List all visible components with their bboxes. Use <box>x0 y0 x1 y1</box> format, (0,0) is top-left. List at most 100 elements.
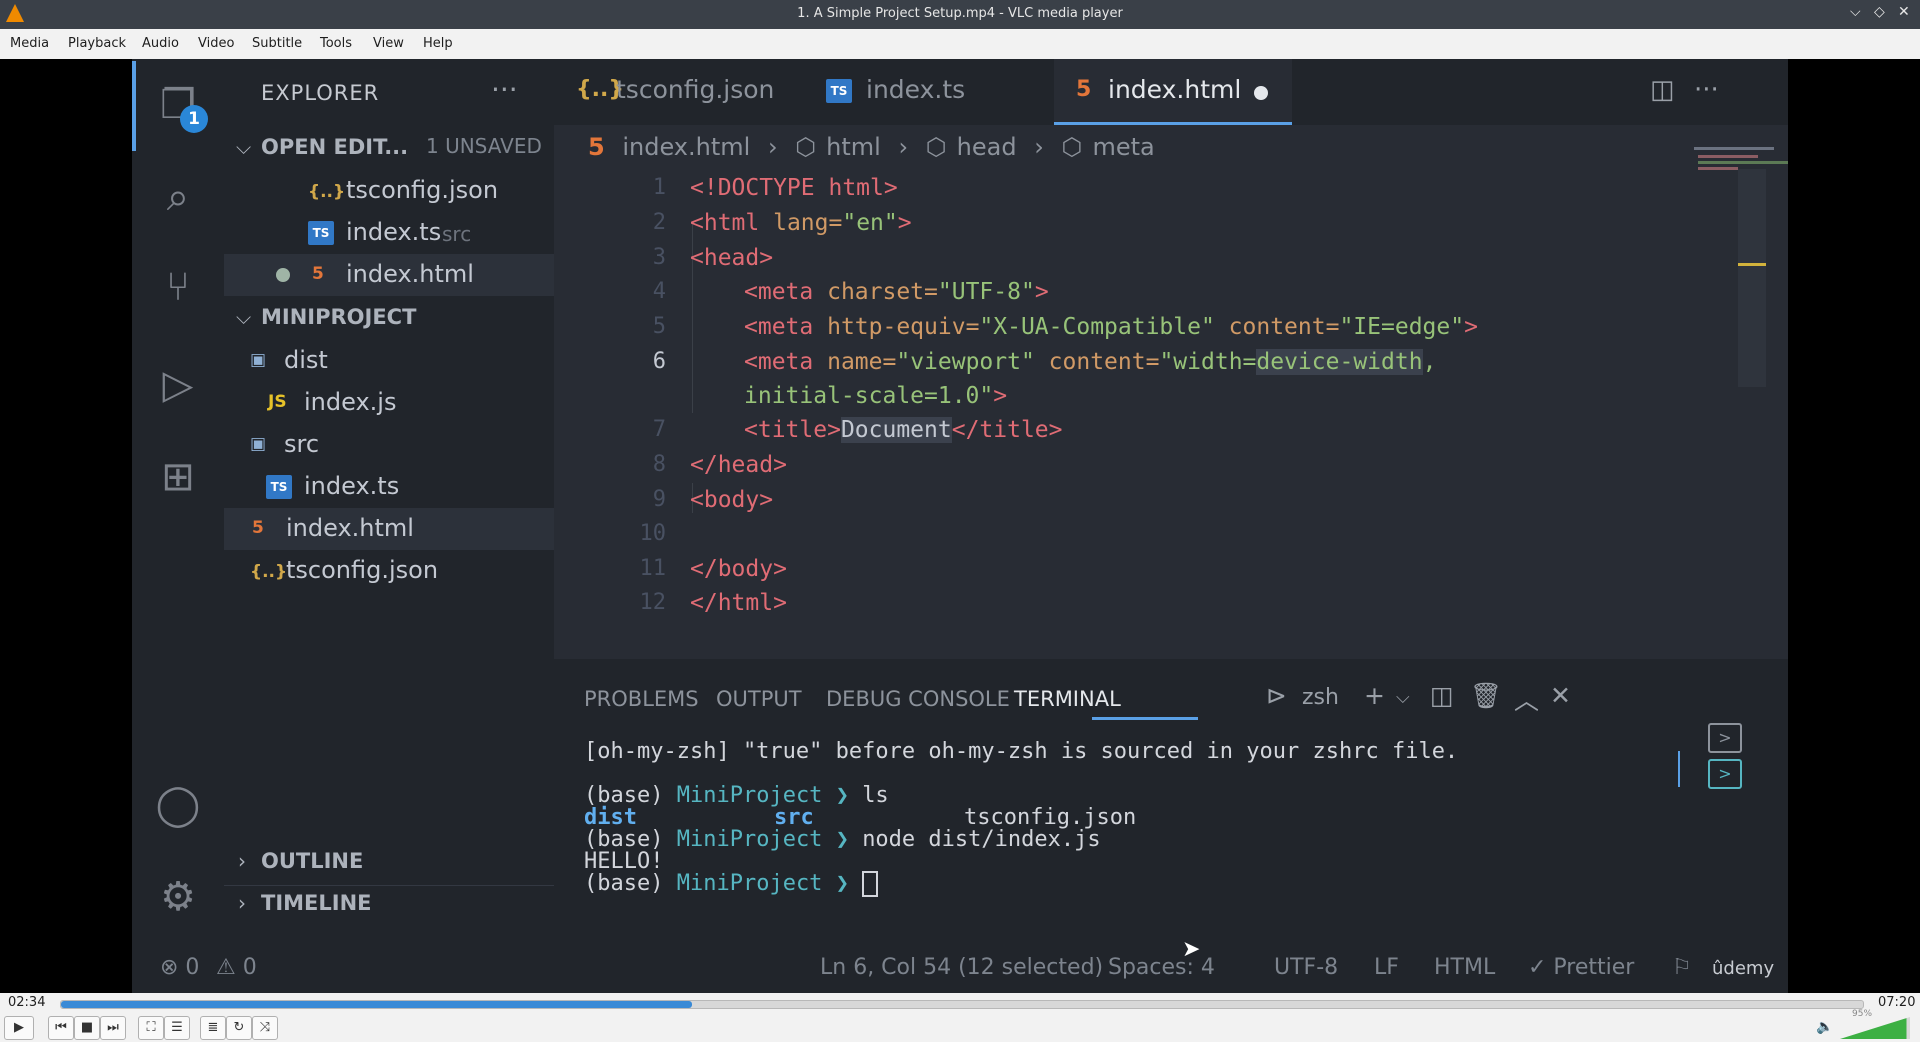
vscode-video-frame: ❐ 1 ⌕ ⑂ ▷ ⊞ ◯ ⚙ EXPLORER ··· ⌵ OPEN EDIT… <box>132 59 1788 993</box>
timeline-header: TIMELINE <box>261 891 372 915</box>
code-line: initial-scale=1.0"> <box>744 383 1007 409</box>
file-name: index.ts <box>346 218 442 246</box>
folder-icon: ▣ <box>250 434 267 454</box>
prompt-arrow: ❯ <box>835 827 849 852</box>
code-token: </html> <box>690 590 787 616</box>
tree-item-tsconfig: {..} tsconfig.json <box>224 550 554 592</box>
menu-video[interactable]: Video <box>198 36 234 51</box>
code-token: > <box>897 210 912 236</box>
code-token: "width= <box>1159 349 1257 375</box>
trash-icon: 🗑 <box>1470 681 1502 710</box>
code-token: lang= <box>773 210 843 236</box>
chevron-down-icon: ⌵ <box>236 305 252 329</box>
tree-item-src: ▣ src <box>224 424 554 466</box>
volume-slider[interactable] <box>1840 1017 1910 1039</box>
tab-tsconfig: {..} tsconfig.json <box>554 59 804 125</box>
code-token: <title> <box>744 417 841 443</box>
code-line: </body> <box>690 556 787 582</box>
menu-view[interactable]: View <box>373 36 404 51</box>
line-number: 9 <box>652 487 666 512</box>
stop-button[interactable]: ■ <box>74 1016 100 1040</box>
chevron-up-icon: ︿ <box>1514 686 1540 715</box>
code-token: content= <box>1228 314 1340 340</box>
open-editor-item: TS index.ts src <box>224 212 554 254</box>
total-time: 07:20 <box>1878 995 1916 1010</box>
code-line: <meta http-equiv="X-UA-Compatible" conte… <box>744 314 1478 340</box>
code-line: </html> <box>690 590 787 616</box>
menu-subtitle[interactable]: Subtitle <box>252 36 302 51</box>
minimize-button[interactable]: ⌵ <box>1850 4 1861 20</box>
shuffle-button[interactable]: ⤨ <box>252 1016 278 1040</box>
playlist-button[interactable]: ≣ <box>200 1016 226 1040</box>
more-actions-icon: ··· <box>1694 75 1719 105</box>
file-name: index.js <box>304 388 397 416</box>
settings-gear-icon: ⚙ <box>160 874 196 920</box>
fullscreen-button[interactable]: ⛶ <box>138 1016 164 1040</box>
breadcrumb-html: html <box>826 133 881 161</box>
code-line: <meta name="viewport" content="width=dev… <box>744 349 1436 375</box>
code-line: <title>Document</title> <box>744 417 1063 443</box>
code-token: <meta <box>744 314 828 340</box>
line-number: 5 <box>652 314 666 339</box>
editor-tabs: {..} tsconfig.json TS index.ts 5 index.h… <box>554 59 1788 125</box>
code-token: <head> <box>690 245 774 271</box>
menu-audio[interactable]: Audio <box>142 36 179 51</box>
breadcrumb-separator: › <box>767 133 778 161</box>
breadcrumb-meta: meta <box>1092 133 1155 161</box>
tree-item-index-html: 5 index.html <box>224 508 554 550</box>
loop-button[interactable]: ↻ <box>226 1016 252 1040</box>
tab-terminal: TERMINAL <box>1014 687 1121 711</box>
open-editors-header: OPEN EDIT... <box>261 135 409 159</box>
menu-help[interactable]: Help <box>423 36 453 51</box>
json-file-icon: {..} <box>250 562 288 582</box>
tree-item-dist: ▣ dist <box>224 340 554 382</box>
file-name: index.html <box>346 260 474 288</box>
maximize-button[interactable]: ◇ <box>1874 4 1885 20</box>
file-name: tsconfig.json <box>346 176 499 204</box>
menu-tools[interactable]: Tools <box>320 36 352 51</box>
modified-dot-icon <box>276 268 290 282</box>
terminal-panel: PROBLEMS OUTPUT DEBUG CONSOLE TERMINAL ⊳… <box>554 659 1788 945</box>
video-area[interactable]: ❐ 1 ⌕ ⑂ ▷ ⊞ ◯ ⚙ EXPLORER ··· ⌵ OPEN EDIT… <box>0 59 1920 993</box>
code-token: <!DOCTYPE html> <box>690 175 898 201</box>
play-button[interactable]: ▶ <box>4 1016 34 1040</box>
code-token: , <box>1422 349 1437 375</box>
active-panel-underline <box>1092 717 1198 720</box>
volume-percent: 95% <box>1852 1009 1873 1019</box>
code-token: "X-UA-Compatible" <box>979 314 1229 340</box>
search-icon: ⌕ <box>166 174 190 220</box>
unsaved-badge: 1 <box>180 105 208 133</box>
tab-label: index.html <box>1108 75 1242 104</box>
code-token: > <box>993 383 1008 409</box>
command: ls <box>862 783 889 808</box>
seek-bar-row: 02:34 07:20 <box>0 993 1920 1013</box>
code-token: initial-scale=1.0" <box>744 383 994 409</box>
seek-slider[interactable] <box>60 1000 1864 1009</box>
breadcrumb: 5 index.html › ⬡ html › ⬡ head › ⬡ meta <box>588 133 1165 167</box>
terminal-icon: ⊳ <box>1266 681 1287 710</box>
close-button[interactable]: ✕ <box>1898 4 1910 20</box>
typescript-file-icon: TS <box>308 221 334 245</box>
line-number: 12 <box>639 590 667 615</box>
extended-settings-button[interactable]: ☰ <box>164 1016 190 1040</box>
code-line: <body> <box>690 487 773 513</box>
next-button[interactable]: ⏭ <box>100 1016 126 1040</box>
code-token: <meta <box>744 279 828 305</box>
terminal-instance-icon: > <box>1708 723 1742 753</box>
close-panel-icon: ✕ <box>1550 681 1571 710</box>
code-token: </body> <box>690 556 787 582</box>
divider <box>224 885 554 886</box>
speaker-icon[interactable]: 🔈 <box>1816 1019 1833 1035</box>
line-number: 11 <box>639 556 667 581</box>
scrollbar-marker <box>1738 263 1766 266</box>
account-icon: ◯ <box>155 782 201 828</box>
line-number: 2 <box>652 210 666 235</box>
editor-scrollbar[interactable] <box>1738 169 1766 387</box>
terminal-line: (base) MiniProject ❯ <box>584 871 879 897</box>
prettier-status: ✓ Prettier <box>1528 955 1635 980</box>
symbol-icon: ⬡ <box>795 133 817 161</box>
previous-button[interactable]: ⏮ <box>48 1016 74 1040</box>
terminal-instance-icon: > <box>1708 759 1742 789</box>
menu-playback[interactable]: Playback <box>68 36 126 51</box>
menu-media[interactable]: Media <box>10 36 49 51</box>
